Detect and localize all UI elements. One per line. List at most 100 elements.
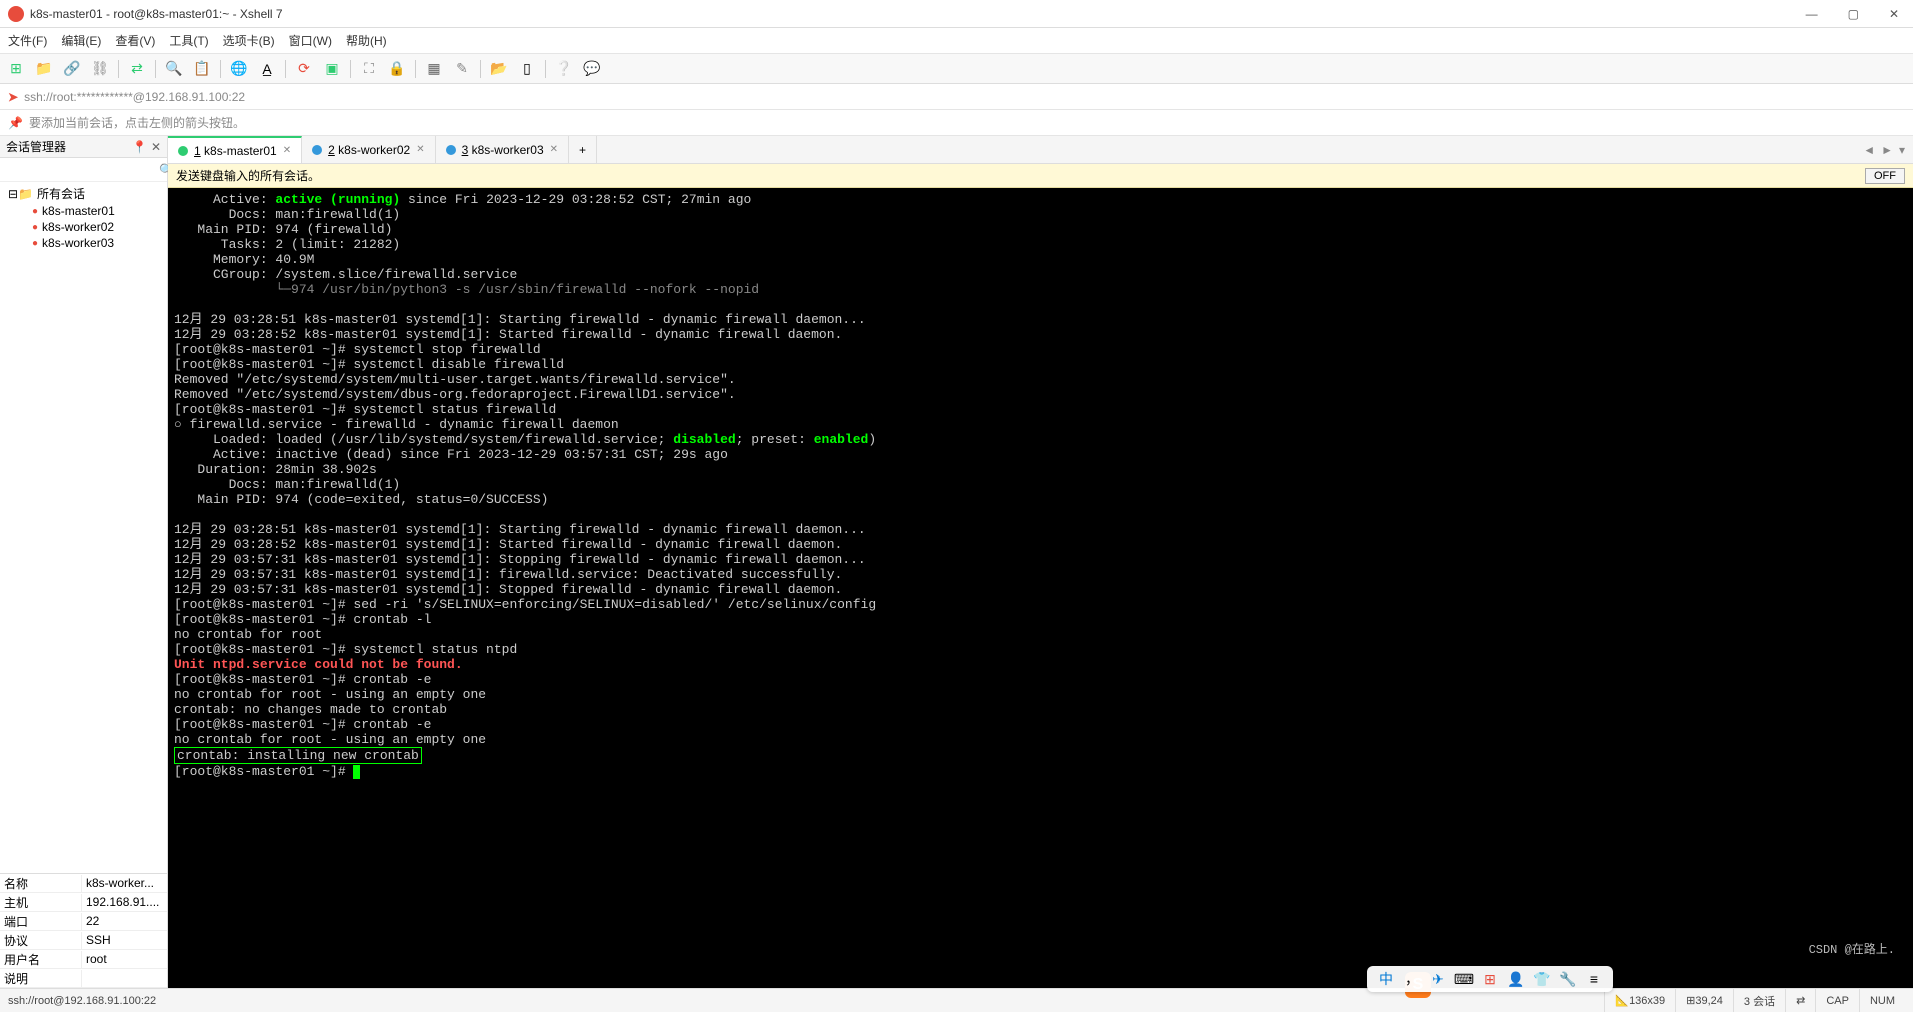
menu-file[interactable]: 文件(F) bbox=[8, 32, 47, 49]
ime-user-icon[interactable]: 👤 bbox=[1507, 970, 1525, 988]
content: 1 k8s-master01 ✕ 2 k8s-worker02 ✕ 3 k8s-… bbox=[168, 136, 1913, 988]
new-session-icon[interactable]: ⊞ bbox=[6, 59, 26, 79]
tab-accel: 2 bbox=[328, 143, 335, 157]
ime-cn-icon[interactable]: 中 bbox=[1377, 970, 1395, 988]
session-properties: 名称k8s-worker... 主机192.168.91.... 端口22 协议… bbox=[0, 873, 167, 988]
hintbar-text: 要添加当前会话，点击左侧的箭头按钮。 bbox=[29, 114, 245, 131]
script-icon[interactable]: ✎ bbox=[452, 59, 472, 79]
fullscreen-icon[interactable]: ⛶ bbox=[359, 59, 379, 79]
search-icon[interactable]: 🔍 bbox=[164, 59, 184, 79]
collapse-icon[interactable]: ⊟ bbox=[8, 187, 18, 201]
tab-label: k8s-worker03 bbox=[472, 143, 544, 157]
tab-close-icon[interactable]: ✕ bbox=[416, 144, 424, 155]
menu-edit[interactable]: 编辑(E) bbox=[61, 32, 101, 49]
tab-worker03[interactable]: 3 k8s-worker03 ✕ bbox=[436, 136, 569, 163]
pin-icon[interactable]: 📌 bbox=[8, 116, 23, 130]
status-dot-icon bbox=[312, 145, 322, 155]
separator bbox=[155, 60, 156, 78]
chat-icon[interactable]: 💬 bbox=[582, 59, 602, 79]
status-dot-icon bbox=[446, 145, 456, 155]
close-button[interactable]: ✕ bbox=[1883, 7, 1905, 21]
sidebar-search-input[interactable] bbox=[4, 163, 159, 177]
prop-row: 端口22 bbox=[0, 912, 167, 931]
app-icon bbox=[8, 6, 24, 22]
prop-key: 协议 bbox=[0, 932, 82, 949]
font-color-icon[interactable]: A̲ bbox=[257, 59, 277, 79]
broadcast-bar: 发送键盘输入的所有会话。 OFF bbox=[168, 164, 1913, 188]
sidebar: 会话管理器 📍 ✕ 🔍 ⊟ 📁 所有会话 ● k8s-master01 ● k8… bbox=[0, 136, 168, 988]
prop-value: 22 bbox=[82, 914, 167, 928]
ime-tool-icon[interactable]: 🔧 bbox=[1559, 970, 1577, 988]
menu-tabs[interactable]: 选项卡(B) bbox=[223, 32, 275, 49]
ime-send-icon[interactable]: ✈ bbox=[1429, 970, 1447, 988]
tab-menu-icon[interactable]: ▾ bbox=[1899, 143, 1905, 157]
tree-item-master01[interactable]: ● k8s-master01 bbox=[4, 203, 163, 219]
separator bbox=[415, 60, 416, 78]
ime-tray: 中 ， ✈ ⌨ ⊞ 👤 👕 🔧 ≡ bbox=[1367, 966, 1613, 992]
tree-item-worker03[interactable]: ● k8s-worker03 bbox=[4, 235, 163, 251]
session-tree: ⊟ 📁 所有会话 ● k8s-master01 ● k8s-worker02 ●… bbox=[0, 182, 167, 873]
menu-tools[interactable]: 工具(T) bbox=[169, 32, 208, 49]
transfer-icon[interactable]: ⇄ bbox=[127, 59, 147, 79]
sidebar-close-icon[interactable]: ✕ bbox=[151, 140, 161, 154]
tab-add-button[interactable]: + bbox=[569, 136, 597, 163]
tree-item-label: k8s-worker03 bbox=[42, 236, 114, 250]
lock-icon[interactable]: 🔒 bbox=[387, 59, 407, 79]
layout-icon[interactable]: ▯ bbox=[517, 59, 537, 79]
menu-view[interactable]: 查看(V) bbox=[115, 32, 155, 49]
tab-worker02[interactable]: 2 k8s-worker02 ✕ bbox=[302, 136, 435, 163]
menu-window[interactable]: 窗口(W) bbox=[289, 32, 332, 49]
sidebar-pin-icon[interactable]: 📍 bbox=[132, 140, 147, 154]
ime-keyboard-icon[interactable]: ⌨ bbox=[1455, 970, 1473, 988]
folder-icon[interactable]: 📂 bbox=[489, 59, 509, 79]
tree-root[interactable]: ⊟ 📁 所有会话 bbox=[4, 184, 163, 203]
maximize-button[interactable]: ▢ bbox=[1842, 7, 1865, 21]
menu-help[interactable]: 帮助(H) bbox=[346, 32, 387, 49]
refresh-icon[interactable]: ⟳ bbox=[294, 59, 314, 79]
ime-punct-icon[interactable]: ， bbox=[1403, 970, 1421, 988]
tab-prev-icon[interactable]: ◄ bbox=[1863, 143, 1875, 157]
status-sessions: 3 会话 bbox=[1733, 989, 1785, 1012]
tree-item-label: k8s-master01 bbox=[42, 204, 115, 218]
ime-settings-icon[interactable]: ≡ bbox=[1585, 970, 1603, 988]
tab-close-icon[interactable]: ✕ bbox=[283, 145, 291, 156]
status-dot-icon bbox=[178, 146, 188, 156]
copy-icon[interactable]: 📋 bbox=[192, 59, 212, 79]
addressbar-url[interactable]: ssh://root:************@192.168.91.100:2… bbox=[24, 90, 245, 104]
menubar: 文件(F) 编辑(E) 查看(V) 工具(T) 选项卡(B) 窗口(W) 帮助(… bbox=[0, 28, 1913, 54]
tab-close-icon[interactable]: ✕ bbox=[550, 144, 558, 155]
prop-key: 主机 bbox=[0, 894, 82, 911]
broadcast-toggle-button[interactable]: OFF bbox=[1865, 168, 1905, 184]
prop-key: 端口 bbox=[0, 913, 82, 930]
prop-value: 192.168.91.... bbox=[82, 895, 167, 909]
tree-item-worker02[interactable]: ● k8s-worker02 bbox=[4, 219, 163, 235]
tab-next-icon[interactable]: ► bbox=[1881, 143, 1893, 157]
reconnect-icon[interactable]: 🔗 bbox=[62, 59, 82, 79]
addressbar-arrow-icon[interactable]: ➤ bbox=[8, 90, 18, 104]
ime-grid-icon[interactable]: ⊞ bbox=[1481, 970, 1499, 988]
separator bbox=[118, 60, 119, 78]
toolbar: ⊞ 📁 🔗 ⛓ ⇄ 🔍 📋 🌐 A̲ ⟳ ▣ ⛶ 🔒 ▦ ✎ 📂 ▯ ❔ 💬 bbox=[0, 54, 1913, 84]
help-icon[interactable]: ❔ bbox=[554, 59, 574, 79]
prop-value: root bbox=[82, 952, 167, 966]
calc-icon[interactable]: ▦ bbox=[424, 59, 444, 79]
open-icon[interactable]: 📁 bbox=[34, 59, 54, 79]
record-icon[interactable]: ▣ bbox=[322, 59, 342, 79]
separator bbox=[220, 60, 221, 78]
main-area: 会话管理器 📍 ✕ 🔍 ⊟ 📁 所有会话 ● k8s-master01 ● k8… bbox=[0, 136, 1913, 988]
status-termsize: 📐 136x39 bbox=[1604, 989, 1675, 1012]
globe-icon[interactable]: 🌐 bbox=[229, 59, 249, 79]
ime-skin-icon[interactable]: 👕 bbox=[1533, 970, 1551, 988]
minimize-button[interactable]: — bbox=[1800, 7, 1824, 21]
prop-row: 用户名root bbox=[0, 950, 167, 969]
disconnect-icon[interactable]: ⛓ bbox=[90, 59, 110, 79]
sidebar-header: 会话管理器 📍 ✕ bbox=[0, 136, 167, 158]
tab-label: k8s-worker02 bbox=[338, 143, 410, 157]
status-encoding[interactable]: ⇄ bbox=[1785, 989, 1815, 1012]
status-connection: ssh://root@192.168.91.100:22 bbox=[8, 995, 156, 1007]
prop-row: 说明 bbox=[0, 969, 167, 988]
tab-master01[interactable]: 1 k8s-master01 ✕ bbox=[168, 136, 302, 163]
terminal[interactable]: Active: active (running) since Fri 2023-… bbox=[168, 188, 1913, 988]
sidebar-title: 会话管理器 bbox=[6, 138, 66, 155]
tab-accel: 1 bbox=[194, 144, 201, 158]
